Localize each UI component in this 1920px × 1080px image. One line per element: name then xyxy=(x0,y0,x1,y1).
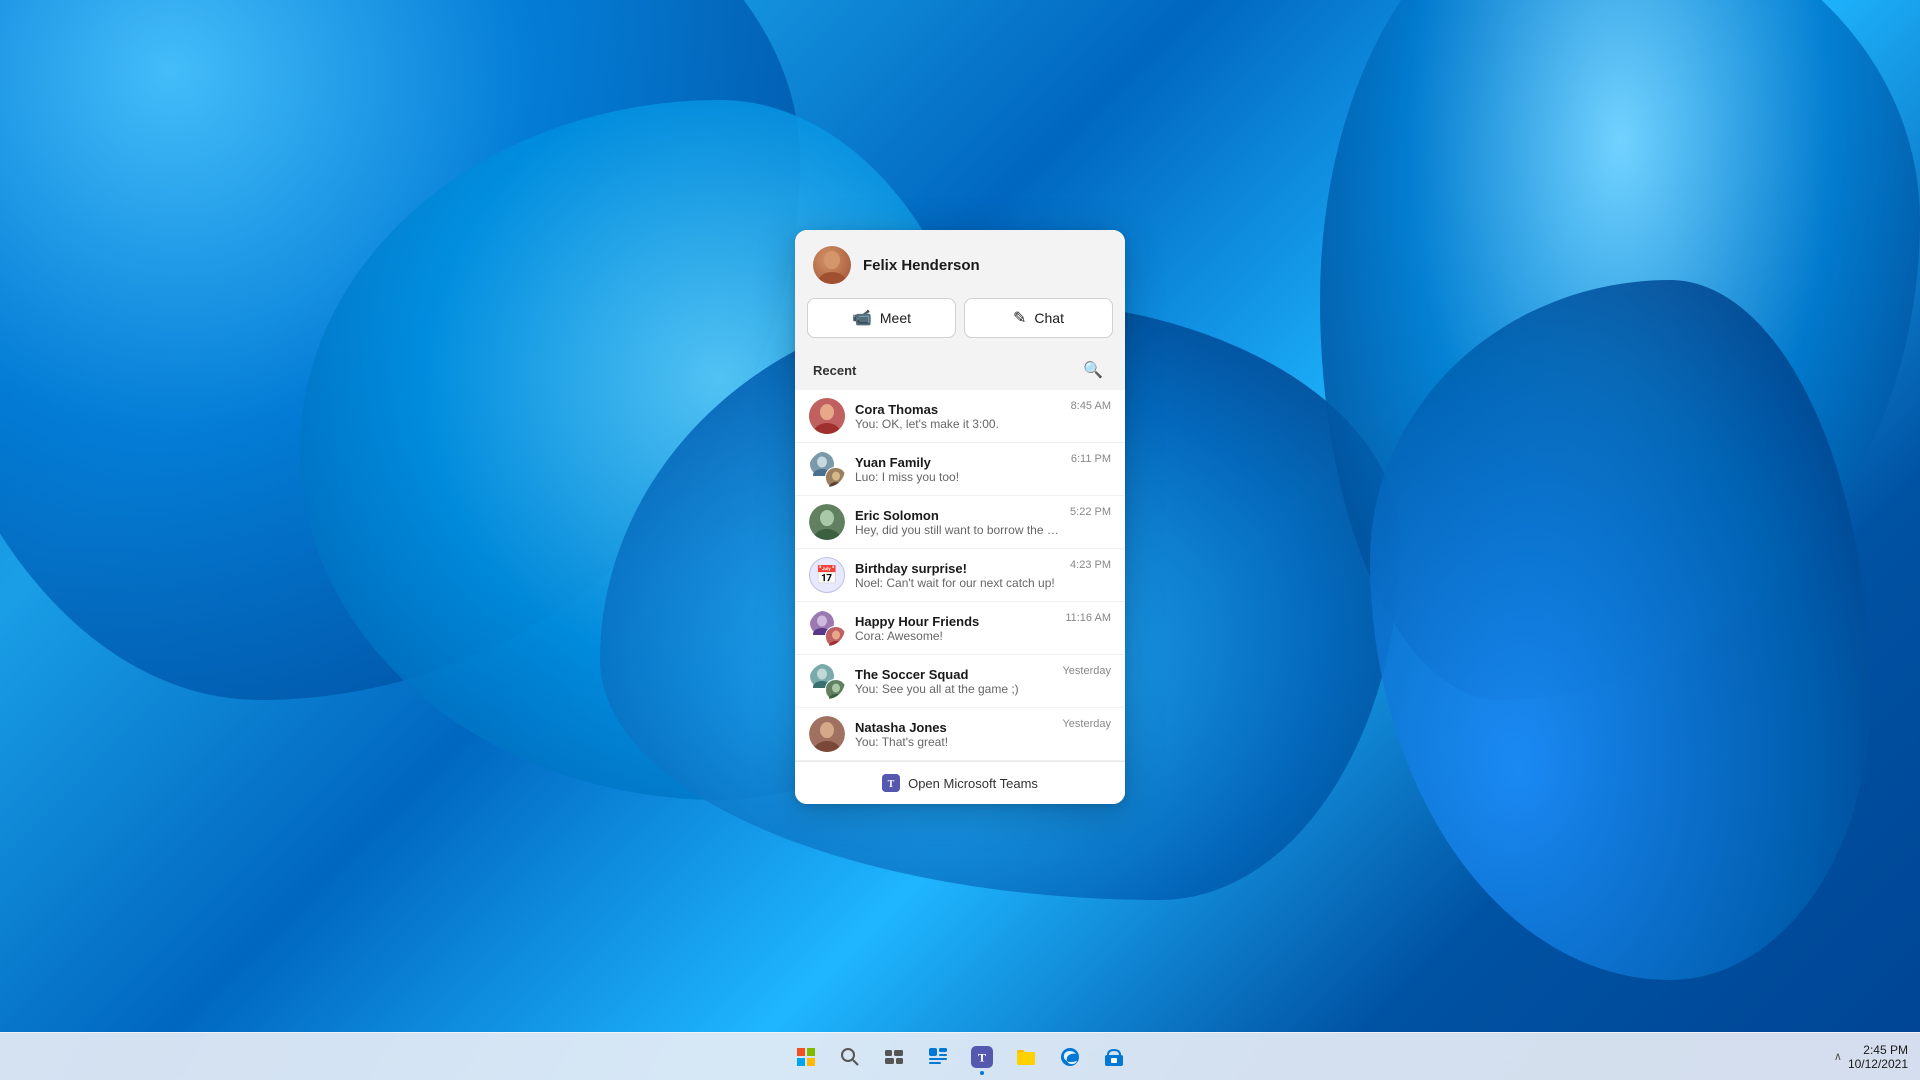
chat-time: 11:16 AM xyxy=(1065,612,1111,624)
chat-time: Yesterday xyxy=(1062,665,1111,677)
search-recent-button[interactable]: 🔍 xyxy=(1079,356,1107,384)
system-tray: ∧ 2:45 PM 10/12/2021 xyxy=(1830,1033,1920,1080)
windows-logo-icon xyxy=(797,1048,815,1066)
teams-popup: Felix Henderson 📹 Meet ✎ Chat Recent 🔍 xyxy=(795,230,1125,804)
chat-name: Happy Hour Friends xyxy=(855,614,1055,629)
search-button[interactable] xyxy=(830,1037,870,1077)
chat-preview: Luo: I miss you too! xyxy=(855,470,1061,484)
chat-content: Happy Hour Friends Cora: Awesome! xyxy=(855,614,1055,643)
list-item[interactable]: Natasha Jones You: That's great! Yesterd… xyxy=(795,708,1125,761)
taskview-button[interactable] xyxy=(874,1037,914,1077)
widgets-icon xyxy=(928,1047,948,1067)
list-item[interactable]: Cora Thomas You: OK, let's make it 3:00.… xyxy=(795,390,1125,443)
chat-time: 5:22 PM xyxy=(1070,506,1111,518)
chat-time: 6:11 PM xyxy=(1071,453,1111,465)
store-icon xyxy=(1104,1047,1124,1067)
search-icon: 🔍 xyxy=(1083,360,1103,380)
recent-section-header: Recent 🔍 xyxy=(795,352,1125,390)
popup-header: Felix Henderson xyxy=(795,230,1125,298)
edge-button[interactable] xyxy=(1050,1037,1090,1077)
chat-content: Yuan Family Luo: I miss you too! xyxy=(855,455,1061,484)
avatar xyxy=(809,610,845,646)
chat-preview: You: OK, let's make it 3:00. xyxy=(855,417,1061,431)
open-teams-button[interactable]: T Open Microsoft Teams xyxy=(795,761,1125,804)
meet-button[interactable]: 📹 Meet xyxy=(807,298,956,338)
user-name: Felix Henderson xyxy=(863,257,980,274)
chat-name: The Soccer Squad xyxy=(855,667,1052,682)
chat-time: Yesterday xyxy=(1062,718,1111,730)
chat-content: Natasha Jones You: That's great! xyxy=(855,720,1052,749)
chat-time: 4:23 PM xyxy=(1070,559,1111,571)
list-item[interactable]: The Soccer Squad You: See you all at the… xyxy=(795,655,1125,708)
chat-content: Birthday surprise! Noel: Can't wait for … xyxy=(855,561,1060,590)
teams-logo-icon: T xyxy=(882,774,900,792)
chat-label: Chat xyxy=(1034,310,1064,326)
teams-taskbar-button[interactable]: T xyxy=(962,1037,1002,1077)
search-icon xyxy=(840,1047,860,1067)
taskbar: T ∧ 2:45 PM 10/12/2021 xyxy=(0,1032,1920,1080)
list-item[interactable]: Eric Solomon Hey, did you still want to … xyxy=(795,496,1125,549)
avatar xyxy=(813,246,851,284)
video-icon: 📹 xyxy=(852,308,872,328)
list-item[interactable]: Happy Hour Friends Cora: Awesome! 11:16 … xyxy=(795,602,1125,655)
chat-name: Eric Solomon xyxy=(855,508,1060,523)
avatar xyxy=(809,451,845,487)
chat-preview: You: See you all at the game ;) xyxy=(855,682,1052,696)
avatar xyxy=(809,663,845,699)
chat-name: Yuan Family xyxy=(855,455,1061,470)
taskview-icon xyxy=(884,1047,904,1067)
start-button[interactable] xyxy=(786,1037,826,1077)
chat-content: Cora Thomas You: OK, let's make it 3:00. xyxy=(855,402,1061,431)
chat-name: Birthday surprise! xyxy=(855,561,1060,576)
avatar xyxy=(809,504,845,540)
chat-preview: Hey, did you still want to borrow the no… xyxy=(855,523,1060,537)
chevron-icon[interactable]: ∧ xyxy=(1830,1050,1846,1063)
teams-icon: T xyxy=(971,1046,993,1068)
birthday-icon: 📅 xyxy=(816,565,838,586)
avatar xyxy=(809,398,845,434)
list-item[interactable]: Yuan Family Luo: I miss you too! 6:11 PM xyxy=(795,443,1125,496)
avatar: 📅 xyxy=(809,557,845,593)
date-display: 10/12/2021 xyxy=(1848,1057,1908,1071)
chat-name: Natasha Jones xyxy=(855,720,1052,735)
svg-text:T: T xyxy=(978,1050,986,1064)
store-button[interactable] xyxy=(1094,1037,1134,1077)
chat-preview: Noel: Can't wait for our next catch up! xyxy=(855,576,1060,590)
svg-text:T: T xyxy=(888,779,895,790)
avatar xyxy=(809,716,845,752)
meet-label: Meet xyxy=(880,310,911,326)
chat-content: The Soccer Squad You: See you all at the… xyxy=(855,667,1052,696)
widgets-button[interactable] xyxy=(918,1037,958,1077)
chat-preview: You: That's great! xyxy=(855,735,1052,749)
file-explorer-button[interactable] xyxy=(1006,1037,1046,1077)
folder-icon xyxy=(1016,1047,1036,1067)
chat-list: Cora Thomas You: OK, let's make it 3:00.… xyxy=(795,390,1125,761)
chat-preview: Cora: Awesome! xyxy=(855,629,1055,643)
chat-button[interactable]: ✎ Chat xyxy=(964,298,1113,338)
chat-name: Cora Thomas xyxy=(855,402,1061,417)
time-display: 2:45 PM xyxy=(1863,1043,1908,1057)
clock[interactable]: 2:45 PM 10/12/2021 xyxy=(1848,1043,1908,1071)
chat-edit-icon: ✎ xyxy=(1013,308,1026,328)
action-buttons-row: 📹 Meet ✎ Chat xyxy=(795,298,1125,352)
edge-icon xyxy=(1060,1047,1080,1067)
list-item[interactable]: 📅 Birthday surprise! Noel: Can't wait fo… xyxy=(795,549,1125,602)
chat-time: 8:45 AM xyxy=(1071,400,1111,412)
recent-label: Recent xyxy=(813,363,856,378)
chat-content: Eric Solomon Hey, did you still want to … xyxy=(855,508,1060,537)
open-teams-label: Open Microsoft Teams xyxy=(908,776,1038,791)
